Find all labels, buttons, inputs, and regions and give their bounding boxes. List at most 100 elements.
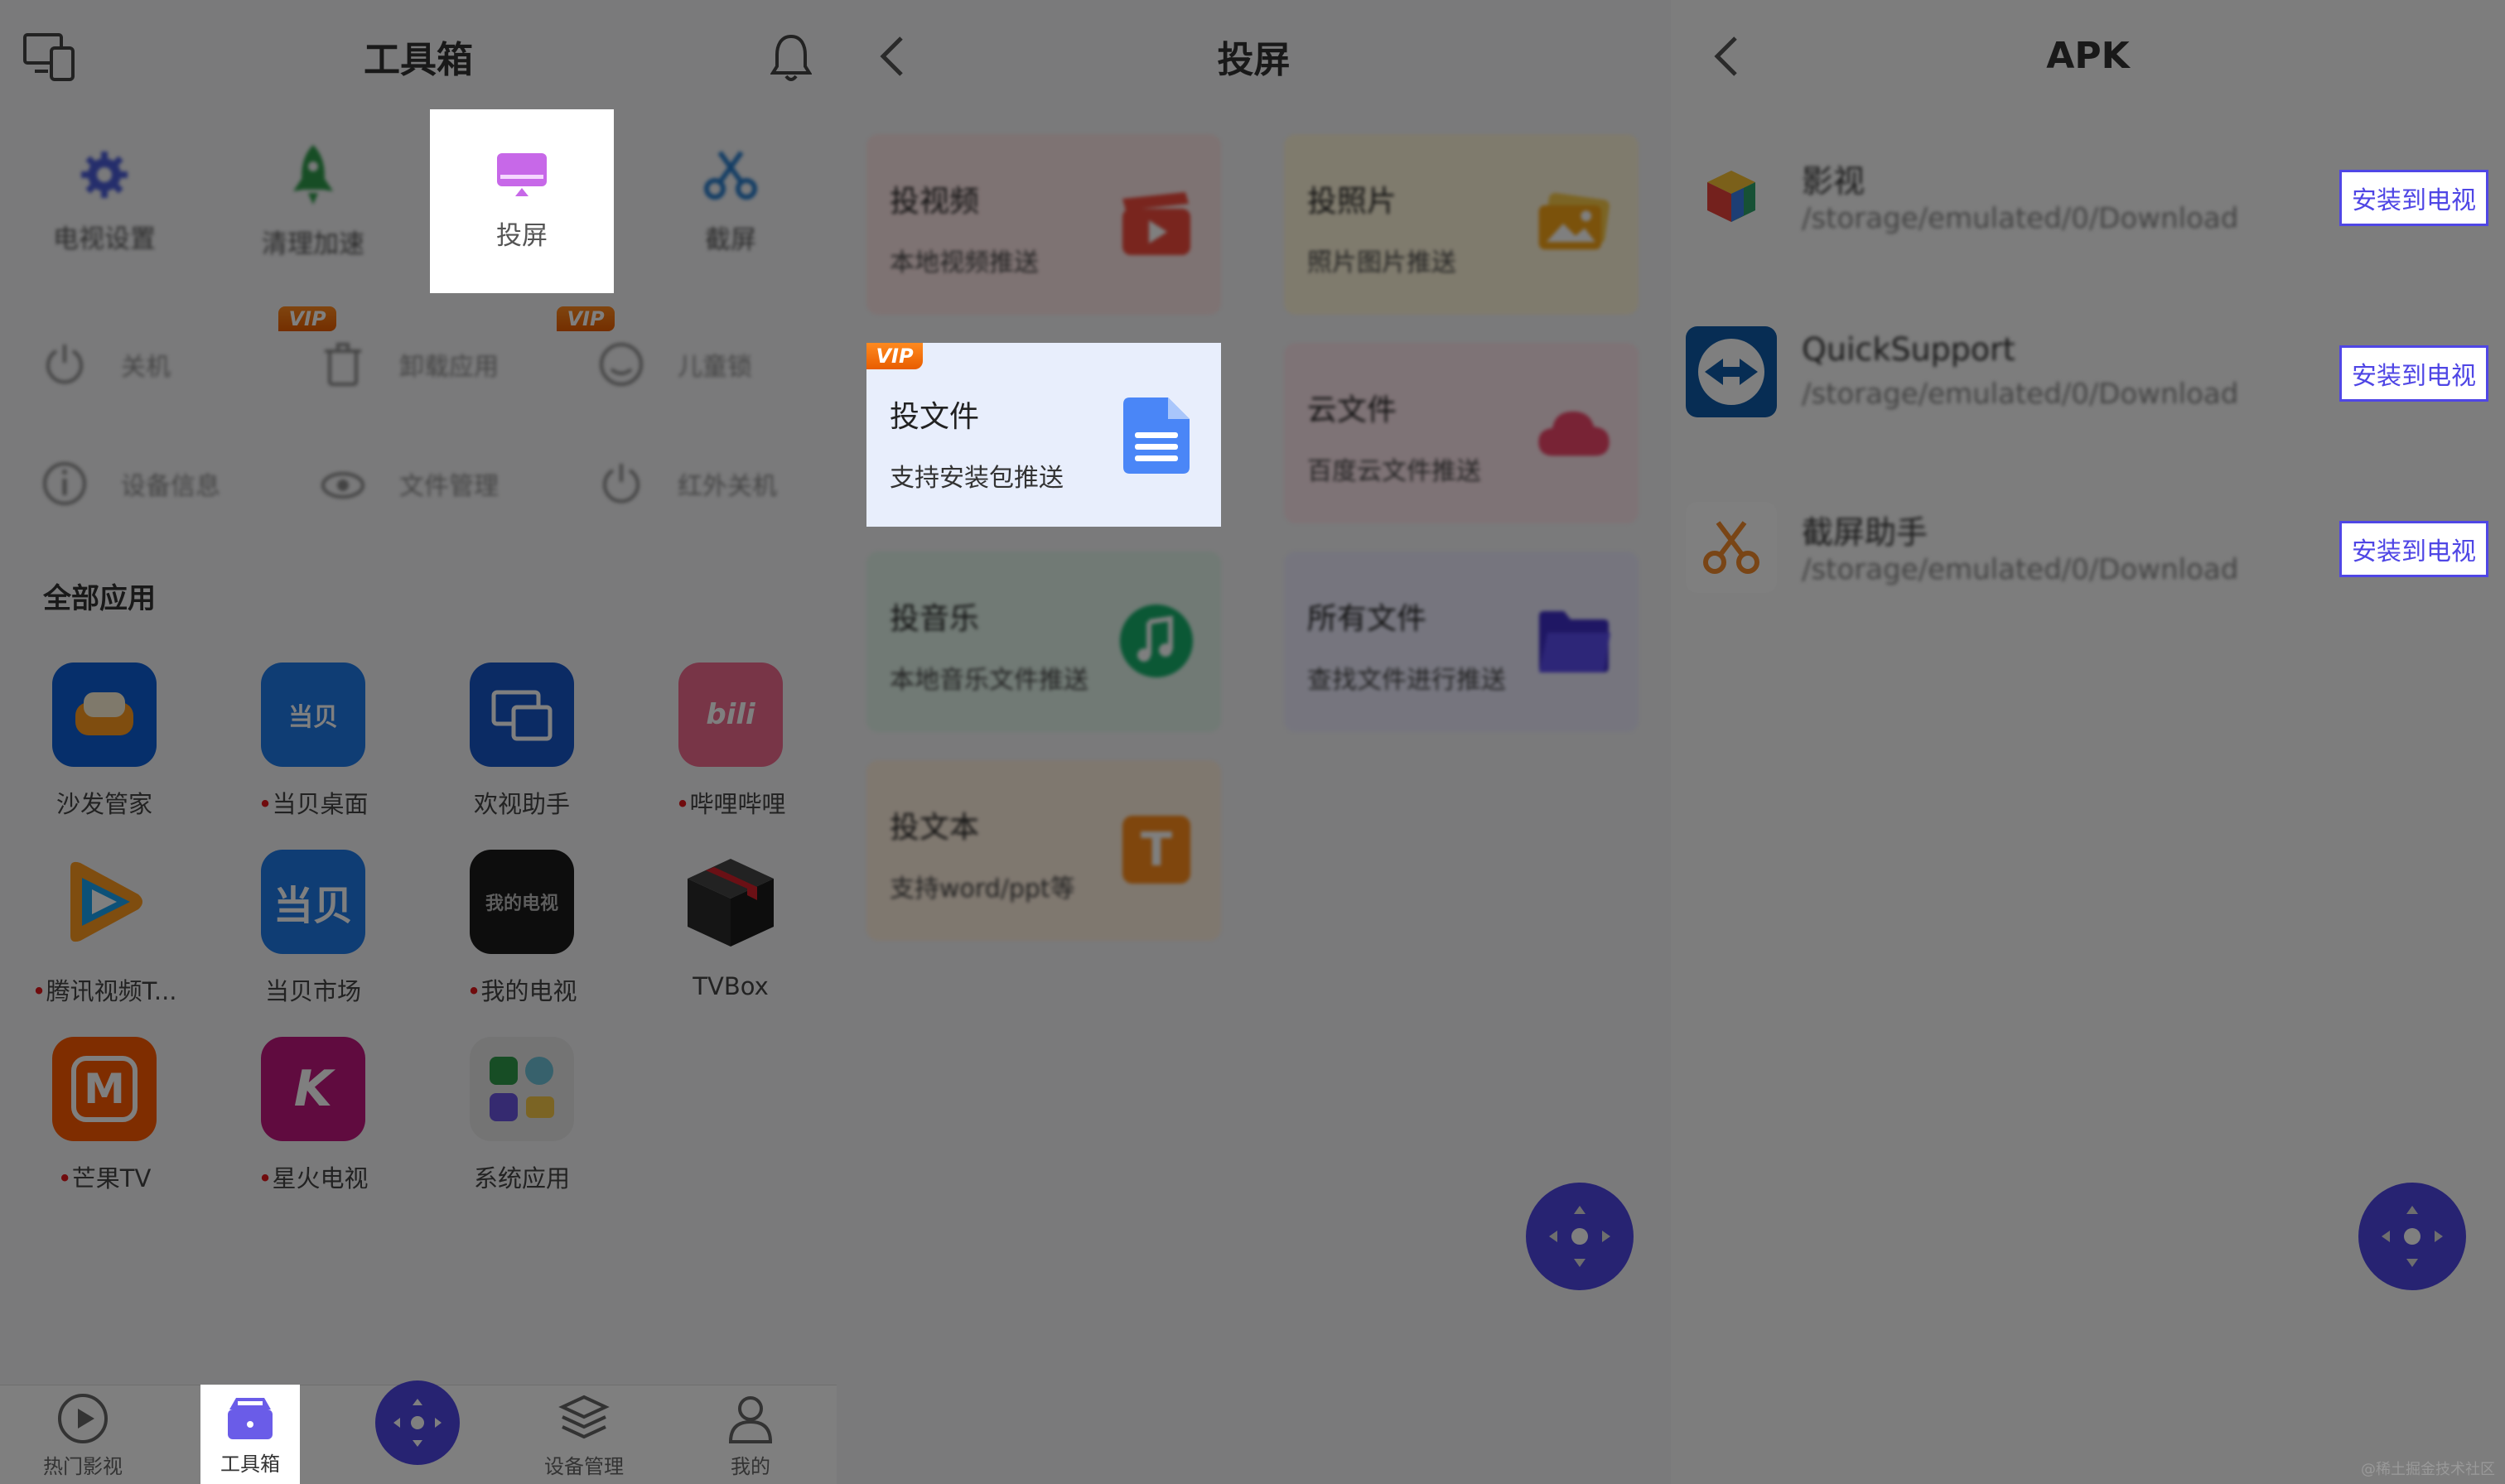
system-apps-icon bbox=[470, 1037, 574, 1141]
nav-label: 设备管理 bbox=[544, 1454, 624, 1478]
nav-hot-videos[interactable]: 热门影视 bbox=[33, 1385, 133, 1484]
back-arrow-icon[interactable] bbox=[1704, 31, 1754, 81]
devices-icon[interactable] bbox=[23, 33, 76, 83]
install-to-tv-button[interactable]: 安装到电视 bbox=[2339, 345, 2488, 402]
tvbox-app-icon bbox=[678, 850, 783, 954]
app-glyph: 当贝 bbox=[288, 703, 338, 732]
nav-toolbox-highlight[interactable]: 工具箱 bbox=[200, 1385, 300, 1484]
install-to-tv-button[interactable]: 安装到电视 bbox=[2339, 521, 2488, 577]
app-xinghuo-tv[interactable]: K •星火电视 bbox=[230, 1037, 396, 1202]
power-icon bbox=[46, 344, 83, 384]
nav-label: 我的 bbox=[731, 1454, 770, 1478]
app-label: 系统应用 bbox=[473, 1164, 570, 1192]
quick-file-manager[interactable]: 文件管理 bbox=[278, 426, 557, 542]
photo-icon bbox=[1536, 186, 1612, 262]
cloud-file-card[interactable]: 云文件 百度云文件推送 bbox=[1284, 343, 1639, 523]
bottom-navigation: 热门影视 设备管理 我的 bbox=[0, 1380, 837, 1484]
play-circle-icon bbox=[58, 1393, 108, 1443]
text-t-icon: T bbox=[1118, 812, 1195, 888]
section-title: 全部应用 bbox=[43, 582, 156, 615]
nav-my[interactable]: 我的 bbox=[701, 1385, 800, 1484]
nav-device-management[interactable]: 设备管理 bbox=[534, 1385, 634, 1484]
page-title: 工具箱 bbox=[364, 38, 473, 81]
toolbox-panel: 工具箱 电视设置 清理加速 截屏 关机 卸载应用 VIP 儿童锁 VIP 设备信… bbox=[0, 0, 837, 1484]
apk-panel: APK 影视 /storage/emulated/0/Download Quic… bbox=[1671, 0, 2505, 1484]
back-arrow-icon[interactable] bbox=[870, 31, 919, 81]
app-label: 欢视助手 bbox=[473, 790, 570, 818]
tool-screen-cast-highlight[interactable]: 投屏 bbox=[430, 109, 614, 293]
app-label: 沙发管家 bbox=[56, 790, 152, 818]
power-icon bbox=[603, 464, 640, 504]
app-bilibili[interactable]: bili •哔哩哔哩 bbox=[648, 662, 813, 828]
toolbox-header: 工具箱 bbox=[0, 0, 837, 112]
app-glyph: K bbox=[293, 1060, 333, 1118]
app-tencent-video[interactable]: •腾讯视频T... bbox=[22, 850, 187, 1015]
screen-cast-icon bbox=[497, 152, 547, 196]
cast-file-card[interactable]: VIP 投文件 支持安装包推送 bbox=[866, 343, 1221, 527]
app-mango-tv[interactable]: M •芒果TV bbox=[22, 1037, 187, 1202]
remote-fab[interactable] bbox=[1526, 1183, 1634, 1290]
tool-label: 投屏 bbox=[496, 220, 548, 251]
remote-dpad-icon bbox=[2382, 1206, 2443, 1267]
app-glyph: bili bbox=[706, 698, 755, 731]
app-tvbox[interactable]: TVBox bbox=[648, 850, 813, 1015]
tool-label: 截屏 bbox=[705, 224, 756, 255]
remote-fab[interactable] bbox=[2358, 1183, 2466, 1290]
tool-screenshot[interactable]: 截屏 bbox=[639, 109, 823, 293]
quick-label: 设备信息 bbox=[121, 472, 220, 501]
nav-label: 工具箱 bbox=[220, 1452, 280, 1476]
folder-icon bbox=[1536, 603, 1612, 679]
remote-dpad-icon bbox=[393, 1399, 442, 1447]
app-glyph: 我的电视 bbox=[485, 894, 558, 914]
my-tv-app-icon: 我的电视 bbox=[470, 850, 574, 954]
video-clapper-icon bbox=[1118, 186, 1195, 262]
all-files-card[interactable]: 所有文件 查找文件进行推送 bbox=[1284, 552, 1639, 732]
install-to-tv-button[interactable]: 安装到电视 bbox=[2339, 170, 2488, 226]
mango-tv-app-icon: M bbox=[52, 1037, 157, 1141]
apk-name: 截屏助手 bbox=[1802, 514, 1928, 551]
app-dangbei-market[interactable]: 当贝 当贝市场 bbox=[230, 850, 396, 1015]
tool-label: 电视设置 bbox=[53, 224, 156, 254]
app-label: TVBox bbox=[693, 972, 769, 1000]
cloud-icon bbox=[1536, 394, 1612, 470]
huanshi-app-icon bbox=[470, 662, 574, 767]
cast-header: 投屏 bbox=[837, 0, 1671, 112]
app-my-tv[interactable]: 我的电视 •我的电视 bbox=[439, 850, 605, 1015]
cast-photo-card[interactable]: 投照片 照片图片推送 bbox=[1284, 134, 1639, 315]
info-icon bbox=[43, 462, 86, 505]
app-label: 当贝市场 bbox=[264, 977, 361, 1005]
quick-shutdown[interactable]: 关机 bbox=[0, 306, 278, 422]
gear-icon bbox=[81, 151, 128, 198]
quick-label: 关机 bbox=[121, 353, 171, 382]
app-label: 芒果TV bbox=[71, 1164, 152, 1192]
tool-tv-settings[interactable]: 电视设置 bbox=[12, 109, 196, 293]
cube-app-icon bbox=[1686, 151, 1777, 242]
app-label: 当贝桌面 bbox=[272, 790, 369, 818]
app-label: 哔哩哔哩 bbox=[689, 790, 786, 818]
layers-icon bbox=[558, 1395, 610, 1438]
tool-label: 清理加速 bbox=[262, 229, 364, 259]
teamviewer-app-icon bbox=[1686, 326, 1777, 417]
quick-label: 卸载应用 bbox=[399, 353, 499, 382]
orange-scissors-app-icon bbox=[1686, 502, 1777, 593]
vip-badge: VIP bbox=[866, 343, 923, 369]
eye-icon bbox=[321, 472, 364, 499]
app-dangbei-desktop[interactable]: 当贝 •当贝桌面 bbox=[230, 662, 396, 828]
tool-cleanup[interactable]: 清理加速 bbox=[221, 109, 405, 293]
quick-device-info[interactable]: 设备信息 bbox=[0, 426, 278, 542]
page-title: APK bbox=[2046, 35, 2130, 77]
bilibili-app-icon: bili bbox=[678, 662, 783, 767]
cast-text-card[interactable]: 投文本 支持word/ppt等 T bbox=[866, 760, 1221, 941]
screen-cast-panel: 投屏 投视频 本地视频推送 投照片 照片图片推送 云文件 百度云文件推送 投音乐… bbox=[837, 0, 1671, 1484]
music-note-icon bbox=[1118, 603, 1195, 679]
apk-name: QuickSupport bbox=[1802, 331, 2015, 368]
cast-video-card[interactable]: 投视频 本地视频推送 bbox=[866, 134, 1221, 315]
bell-icon[interactable] bbox=[770, 31, 812, 83]
app-sofa[interactable]: 沙发管家 bbox=[22, 662, 187, 828]
app-system-apps[interactable]: 系统应用 bbox=[439, 1037, 605, 1202]
app-huanshi[interactable]: 欢视助手 bbox=[439, 662, 605, 828]
dangbei-desktop-app-icon: 当贝 bbox=[261, 662, 365, 767]
quick-ir-shutdown[interactable]: 红外关机 bbox=[557, 426, 835, 542]
cast-music-card[interactable]: 投音乐 本地音乐文件推送 bbox=[866, 552, 1221, 732]
nav-remote-fab[interactable] bbox=[375, 1380, 460, 1465]
